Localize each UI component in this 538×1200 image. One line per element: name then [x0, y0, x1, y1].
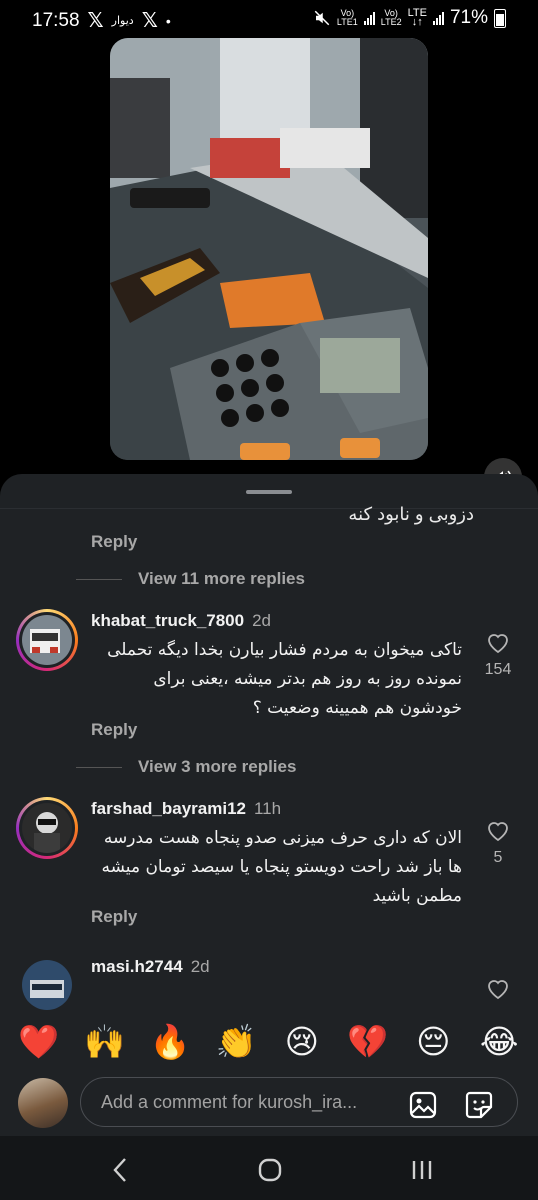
- comment-time: 2d: [252, 611, 272, 630]
- reply-button[interactable]: Reply: [91, 907, 137, 927]
- comment-input[interactable]: [99, 1090, 397, 1114]
- view-more-replies-label: View 11 more replies: [138, 569, 305, 588]
- back-button[interactable]: [100, 1150, 140, 1190]
- reaction-pensive[interactable]: 😔: [409, 1022, 457, 1062]
- reaction-broken-heart[interactable]: 💔: [344, 1022, 392, 1062]
- comment-text: تاکی میخوان به مردم فشار بیارن بخدا دیگه…: [107, 640, 462, 718]
- avatar-story-ring[interactable]: [16, 797, 78, 859]
- view-more-replies-label: View 3 more replies: [138, 757, 297, 776]
- divar-app-icon: دیوار: [111, 15, 134, 27]
- reaction-red-heart[interactable]: ❤️: [15, 1022, 63, 1062]
- comment-username-line: farshad_bayrami12 11h: [91, 799, 281, 819]
- avatar: [22, 615, 72, 665]
- home-icon: [258, 1158, 282, 1182]
- sticker-icon: [465, 1091, 493, 1119]
- notification-dot: •: [165, 12, 171, 29]
- status-bar: 17:58 𝕏 دیوار 𝕏 • Vo) LTE1 Vo) LTE2 LTE ↓↑ …: [0, 0, 538, 38]
- mute-icon: [314, 10, 330, 26]
- comment-input-container[interactable]: [80, 1077, 518, 1127]
- like-button[interactable]: [478, 978, 518, 1005]
- system-nav-bar: [0, 1136, 538, 1200]
- divider-dash: [76, 766, 122, 768]
- comment-username-line: khabat_truck_7800 2d: [91, 611, 271, 631]
- clock: 17:58: [32, 9, 80, 31]
- my-avatar: [18, 1078, 68, 1128]
- network-type: LTE ↓↑: [407, 7, 427, 28]
- divider-dash: [76, 578, 122, 580]
- avatar-story-ring[interactable]: [16, 609, 78, 671]
- x-app-icon-2: 𝕏: [141, 10, 158, 32]
- username[interactable]: masi.h2744: [91, 957, 183, 977]
- battery-icon: [494, 8, 506, 28]
- avatar-image: [22, 960, 72, 1010]
- reaction-fire[interactable]: 🔥: [146, 1022, 194, 1062]
- like-button[interactable]: 154: [478, 632, 518, 679]
- like-count: 154: [484, 661, 512, 678]
- image-icon: [409, 1091, 437, 1119]
- battery-percent: 71%: [449, 7, 488, 28]
- reply-button[interactable]: Reply: [91, 532, 137, 552]
- sheet-drag-handle[interactable]: [246, 490, 292, 494]
- like-count: 5: [493, 849, 503, 866]
- reaction-crying[interactable]: 😢: [278, 1022, 326, 1062]
- recent-apps-button[interactable]: [402, 1150, 442, 1190]
- comment-time: 2d: [190, 957, 210, 976]
- recent-apps-icon: [412, 1161, 432, 1179]
- sim2-label: Vo) LTE2: [380, 8, 402, 27]
- reel-video[interactable]: [110, 38, 428, 460]
- reaction-clapping[interactable]: 👏: [212, 1022, 260, 1062]
- signal-sim1-icon: [363, 11, 375, 25]
- view-more-replies-1[interactable]: View 11 more replies: [76, 569, 305, 589]
- avatar: [22, 803, 72, 853]
- x-app-icon: 𝕏: [87, 10, 104, 32]
- comment-text: الان که داری حرف میزنی صدو پنجاه هست مدر…: [101, 828, 462, 906]
- sim1-label: Vo) LTE1: [336, 8, 358, 27]
- avatar[interactable]: [22, 960, 72, 1010]
- heart-outline-icon: [488, 634, 508, 654]
- like-button[interactable]: 5: [478, 820, 518, 867]
- signal-sim2-icon: [432, 11, 444, 25]
- comment-input-bar: [0, 1072, 538, 1136]
- quick-reactions-bar: ❤️ 🙌 🔥 👏 😢 💔 😔 😂: [0, 1012, 538, 1072]
- sticker-button[interactable]: [463, 1089, 495, 1121]
- home-button[interactable]: [250, 1150, 290, 1190]
- reaction-laughing[interactable]: 😂: [475, 1022, 523, 1062]
- username[interactable]: farshad_bayrami12: [91, 799, 246, 819]
- view-more-replies-2[interactable]: View 3 more replies: [76, 757, 296, 777]
- back-chevron-icon: [113, 1158, 126, 1182]
- username[interactable]: khabat_truck_7800: [91, 611, 244, 631]
- reaction-raising-hands[interactable]: 🙌: [81, 1022, 129, 1062]
- heart-outline-icon: [488, 980, 508, 1000]
- reply-button[interactable]: Reply: [91, 720, 137, 740]
- gallery-button[interactable]: [407, 1089, 439, 1121]
- comment-username-line: masi.h2744 2d: [91, 957, 210, 977]
- comment-time: 11h: [253, 799, 282, 818]
- clipped-comment-text: دزوبی و نابود کنه: [348, 504, 474, 524]
- heart-outline-icon: [488, 822, 508, 842]
- video-area: [0, 38, 538, 496]
